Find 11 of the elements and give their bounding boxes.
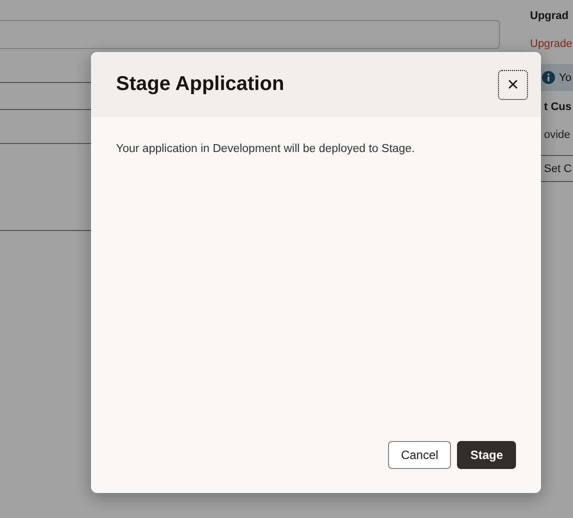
dialog-message: Your application in Development will be deployed to Stage.	[116, 143, 416, 155]
section-heading: Upgrad	[530, 10, 570, 24]
close-button[interactable]: ×	[498, 70, 528, 100]
info-text: Yo	[559, 72, 572, 84]
description-text: ovide	[543, 129, 572, 143]
upgrade-link[interactable]: Upgrade	[530, 38, 573, 56]
info-icon	[542, 71, 555, 84]
dialog-title: Stage Application	[116, 73, 284, 96]
stage-button[interactable]: Stage	[457, 441, 516, 469]
cancel-button[interactable]: Cancel	[388, 441, 452, 469]
section-heading: t Cus	[543, 101, 572, 115]
